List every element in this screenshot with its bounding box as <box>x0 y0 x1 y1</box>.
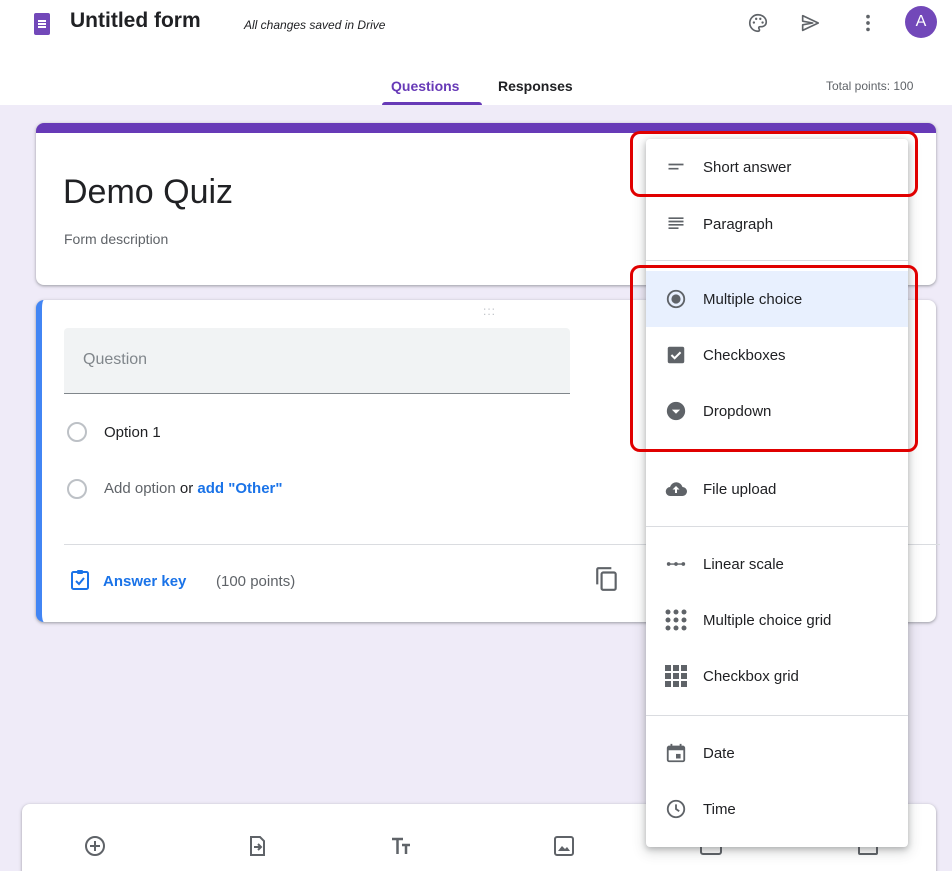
menu-item-label: Checkbox grid <box>703 667 799 685</box>
duplicate-icon[interactable] <box>594 566 620 597</box>
add-other-button[interactable]: add "Other" <box>197 480 282 497</box>
question-type-menu: Short answer Paragraph Multiple choice C… <box>646 139 908 847</box>
menu-item-short-answer[interactable]: Short answer <box>646 139 908 195</box>
tab-questions[interactable]: Questions <box>391 78 459 94</box>
more-vert-icon[interactable] <box>855 10 881 36</box>
menu-divider <box>646 715 908 716</box>
menu-item-label: Linear scale <box>703 555 784 573</box>
menu-item-multiple-choice[interactable]: Multiple choice <box>646 271 908 327</box>
menu-item-label: Checkboxes <box>703 346 786 364</box>
menu-item-checkbox-grid[interactable]: Checkbox grid <box>646 648 908 704</box>
add-title-icon[interactable] <box>389 834 413 863</box>
save-status: All changes saved in Drive <box>244 18 386 32</box>
menu-divider <box>646 526 908 527</box>
menu-item-label: Dropdown <box>703 402 772 420</box>
calendar-icon <box>664 741 688 765</box>
linear-scale-icon <box>664 552 688 576</box>
avatar[interactable]: A <box>905 6 937 38</box>
menu-item-label: Multiple choice <box>703 290 803 308</box>
paragraph-icon <box>664 212 688 236</box>
answer-key-button[interactable]: Answer key <box>103 573 186 590</box>
menu-item-paragraph[interactable]: Paragraph <box>646 196 908 252</box>
menu-item-date[interactable]: Date <box>646 725 908 781</box>
dropdown-icon <box>664 399 688 423</box>
short-answer-icon <box>664 155 688 179</box>
add-image-icon[interactable] <box>552 834 576 863</box>
menu-divider <box>646 260 908 261</box>
menu-item-label: Paragraph <box>703 215 774 233</box>
menu-item-label: Multiple choice grid <box>703 611 832 629</box>
menu-item-multiple-choice-grid[interactable]: Multiple choice grid <box>646 592 908 648</box>
import-questions-icon[interactable] <box>245 834 269 863</box>
palette-icon[interactable] <box>745 10 771 36</box>
tab-responses[interactable]: Responses <box>498 78 573 94</box>
menu-item-label: Short answer <box>703 158 792 176</box>
menu-item-file-upload[interactable]: File upload <box>646 461 908 517</box>
menu-item-checkboxes[interactable]: Checkboxes <box>646 327 908 383</box>
menu-item-label: Date <box>703 744 735 762</box>
form-title[interactable]: Untitled form <box>70 9 201 33</box>
option-label[interactable]: Option 1 <box>104 424 161 441</box>
menu-item-label: File upload <box>703 480 777 498</box>
top-bar: Untitled form All changes saved in Drive… <box>0 0 952 105</box>
cloud-upload-icon <box>664 477 688 501</box>
menu-item-label: Time <box>703 800 736 818</box>
grid-dots-icon <box>664 608 688 632</box>
menu-item-time[interactable]: Time <box>646 781 908 837</box>
assignment-check-icon[interactable] <box>68 568 92 597</box>
grid-squares-icon <box>664 664 688 688</box>
send-icon[interactable] <box>797 10 823 36</box>
add-option-button[interactable]: Add option <box>104 480 176 497</box>
menu-item-dropdown[interactable]: Dropdown <box>646 383 908 439</box>
question-input[interactable]: Question <box>64 328 570 394</box>
or-text: or <box>179 480 194 497</box>
add-option-row: Add option or add "Other" <box>104 480 283 497</box>
form-description[interactable]: Form description <box>64 231 168 247</box>
points-label: (100 points) <box>216 573 296 590</box>
menu-divider <box>646 450 908 451</box>
radio-icon <box>67 479 87 499</box>
add-question-icon[interactable] <box>83 834 107 863</box>
menu-item-linear-scale[interactable]: Linear scale <box>646 536 908 592</box>
radio-icon <box>67 422 87 442</box>
drag-handle-icon[interactable]: ::: <box>483 305 496 317</box>
forms-logo-icon[interactable] <box>34 13 50 35</box>
radio-button-icon <box>664 287 688 311</box>
form-name[interactable]: Demo Quiz <box>63 173 233 212</box>
checkbox-icon <box>664 343 688 367</box>
total-points: Total points: 100 <box>826 79 914 93</box>
clock-icon <box>664 797 688 821</box>
